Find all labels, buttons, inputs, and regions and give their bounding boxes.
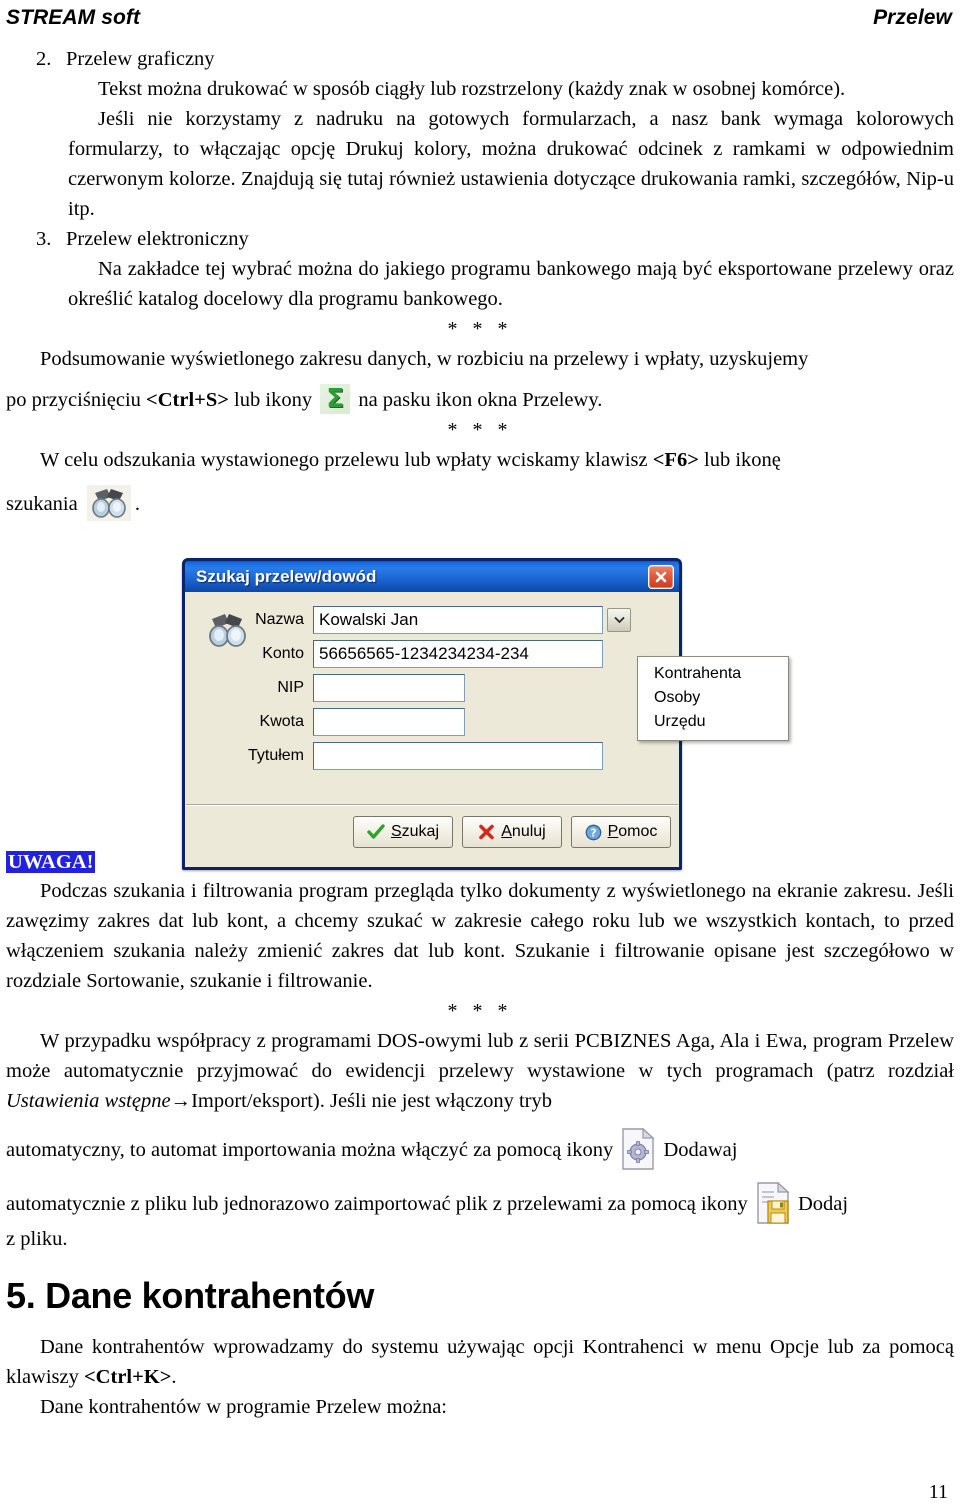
summary-text-b: lub ikony: [228, 389, 318, 411]
paragraph-kontrahenci-1: Dane kontrahentów wprowadzamy do systemu…: [6, 1332, 954, 1392]
shortcut-f6: <F6>: [652, 449, 699, 471]
shortcut-ctrl-s: <Ctrl+S>: [146, 389, 229, 411]
kontr-text-b: .: [171, 1366, 177, 1388]
paragraph-summary-2: po przyciśnięciu <Ctrl+S> lub ikony Σ na…: [6, 384, 954, 415]
chevron-down-icon[interactable]: [607, 607, 631, 632]
page-number: 11: [928, 1481, 948, 1503]
binoculars-icon: [86, 485, 131, 521]
label-nip: NIP: [277, 678, 304, 696]
running-head-right: Przelew: [873, 6, 952, 29]
field-row-konto: Konto 56656565-1234234234-234: [195, 638, 669, 669]
help-icon: ?: [585, 824, 602, 841]
import-text-b: Import/eksport). Jeśli nie jest włączony…: [191, 1090, 553, 1112]
shortcut-ctrl-k: <Ctrl+K>: [84, 1366, 172, 1388]
field-row-kwota: Kwota: [195, 706, 669, 737]
dropdown-menu: Kontrahenta Osoby Urzędu: [637, 656, 789, 741]
dialog-titlebar: Szukaj przelew/dowód: [182, 558, 682, 592]
star-separator-1: * * *: [447, 318, 513, 340]
page-running-head: STREAM soft Przelew: [0, 0, 960, 36]
field-row-tytulem: Tytułem: [195, 740, 669, 771]
document-gear-icon: [621, 1128, 655, 1170]
paragraph-import-1: W przypadku współpracy z programami DOS-…: [6, 1026, 954, 1116]
pomoc-button-label: Pomoc: [607, 823, 658, 840]
szukaj-button-label: Szukaj: [390, 823, 440, 840]
paragraph-kontrahenci-2: Dane kontrahentów w programie Przelew mo…: [40, 1396, 448, 1418]
cross-icon: [478, 824, 495, 840]
import-ref-italic: Ustawienia wstępne: [6, 1090, 171, 1112]
import-text-f: Dodaj: [792, 1193, 849, 1215]
dropdown-item-kontrahenta[interactable]: Kontrahenta: [638, 662, 788, 686]
dialog-binoculars-icon: [203, 610, 251, 650]
search-text-d: .: [134, 493, 140, 515]
import-text-d: Dodawaj: [658, 1139, 738, 1161]
star-separator-3: * * *: [447, 1000, 513, 1022]
search-text-c: szukania: [6, 493, 78, 515]
search-text-a: W celu odszukania wystawionego przelewu …: [40, 449, 653, 471]
anuluj-button[interactable]: Anuluj: [462, 816, 562, 848]
list-item-3-number: 3.: [36, 228, 52, 250]
paragraph-summary-1: Podsumowanie wyświetlonego zakresu danyc…: [40, 348, 809, 370]
summary-text-c: na pasku ikon okna Przelewy.: [353, 389, 603, 411]
close-icon[interactable]: [648, 564, 674, 589]
sigma-sum-icon: Σ: [320, 384, 351, 414]
list-item-3: 3. Przelew elektroniczny: [6, 224, 954, 254]
import-arrow-icon: →: [170, 1090, 192, 1112]
dialog-fields: Nazwa Kowalski Jan Konto 56656565-123423…: [195, 604, 669, 771]
input-nip[interactable]: [313, 673, 465, 702]
import-text-a: W przypadku współpracy z programami DOS-…: [6, 1030, 954, 1082]
search-text-b: lub ikonę: [698, 449, 781, 471]
paragraph-import-4: z pliku.: [6, 1228, 68, 1250]
input-nazwa[interactable]: Kowalski Jan: [313, 605, 603, 634]
label-tytulem: Tytułem: [247, 746, 304, 764]
check-icon: [367, 824, 385, 840]
pomoc-button[interactable]: ? Pomoc: [571, 816, 671, 848]
anuluj-button-label: Anuluj: [501, 823, 546, 840]
svg-text:?: ?: [590, 827, 596, 839]
star-separator-2: * * *: [447, 419, 513, 441]
label-kwota: Kwota: [259, 712, 304, 730]
section-heading-5: 5. Dane kontrahentów: [6, 1275, 375, 1316]
import-text-c: automatyczny, to automat importowania mo…: [6, 1139, 619, 1161]
dropdown-item-urzedu[interactable]: Urzędu: [638, 710, 788, 734]
paragraph-import-2: automatyczny, to automat importowania mo…: [6, 1128, 954, 1170]
list-item-2: 2. Przelew graficzny: [6, 44, 954, 74]
running-head-left: STREAM soft: [6, 6, 141, 29]
dialog-title: Szukaj przelew/dowód: [196, 566, 377, 586]
field-row-nazwa: Nazwa Kowalski Jan: [195, 604, 669, 635]
paragraph-search-1: W celu odszukania wystawionego przelewu …: [6, 445, 954, 475]
szukaj-button[interactable]: Szukaj: [353, 816, 453, 848]
dialog-body: Nazwa Kowalski Jan Konto 56656565-123423…: [185, 592, 789, 804]
input-konto[interactable]: 56656565-1234234234-234: [313, 639, 603, 668]
search-dialog: Szukaj przelew/dowód Nazwa Kowalski Jan: [182, 558, 789, 870]
list-item-2-label: Przelew graficzny: [66, 48, 215, 70]
summary-text-a: po przyciśnięciu: [6, 389, 147, 411]
uwaga-badge: UWAGA!: [6, 851, 96, 873]
field-row-nip: NIP: [195, 672, 669, 703]
dialog-footer: Szukaj Anuluj ? Pomoc: [185, 806, 679, 858]
paragraph-search-2: szukania .: [6, 485, 954, 521]
list-item-3-label: Przelew elektroniczny: [66, 228, 249, 250]
paragraph-import-3: automatycznie z pliku lub jednorazowo za…: [6, 1182, 954, 1224]
input-kwota[interactable]: [313, 707, 465, 736]
import-text-e: automatycznie z pliku lub jednorazowo za…: [6, 1193, 753, 1215]
list-item-2-number: 2.: [36, 48, 52, 70]
document-save-icon: [756, 1182, 790, 1224]
paragraph-item3-1: Na zakładce tej wybrać można do jakiego …: [68, 258, 954, 310]
paragraph-uwaga: Podczas szukania i filtrowania program p…: [6, 880, 954, 992]
dropdown-item-osoby[interactable]: Osoby: [638, 686, 788, 710]
paragraph-item2-1: Tekst można drukować w sposób ciągły lub…: [98, 78, 846, 100]
paragraph-item2-2: Jeśli nie korzystamy z nadruku na gotowy…: [68, 108, 954, 220]
input-tytulem[interactable]: [313, 741, 603, 770]
